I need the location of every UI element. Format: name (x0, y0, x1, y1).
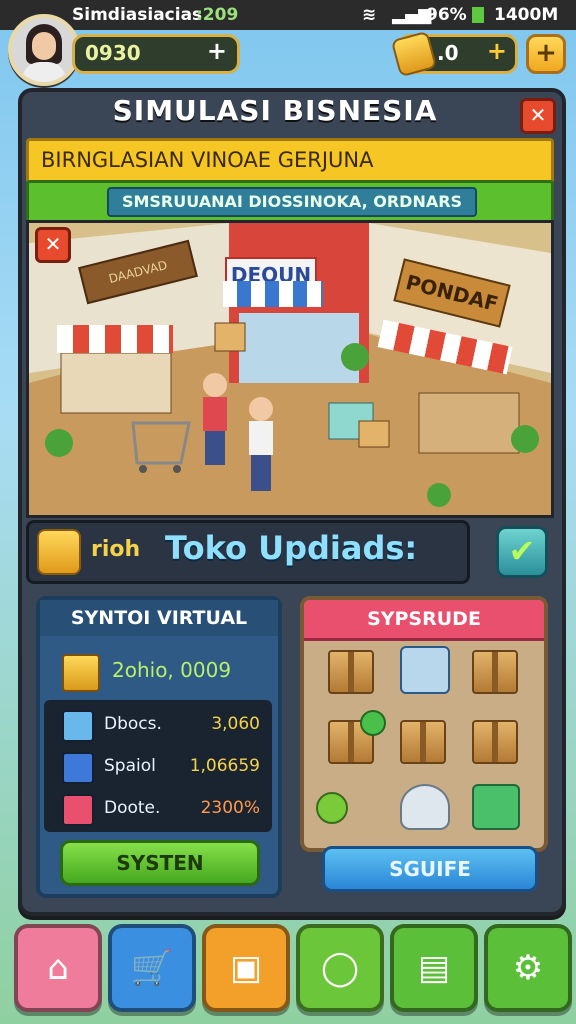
confirm-check-button[interactable]: ✔ (496, 526, 548, 578)
currency-left-value: 0930 (85, 41, 141, 65)
awning-left (57, 325, 173, 353)
inventory-cash-icon[interactable] (472, 784, 520, 830)
nav-home-button[interactable]: ⌂ (14, 924, 102, 1012)
stock-row-label: Spaiol (104, 756, 156, 776)
gold-stack-icon (62, 654, 100, 692)
add-currency-left-button[interactable]: + (207, 37, 227, 65)
system-button[interactable]: SYSTEN (60, 840, 260, 886)
nav-chat-button[interactable]: ◯ (296, 924, 384, 1012)
stock-row-value: 1,06659 (189, 756, 260, 776)
clerk-shirt-shape (249, 421, 273, 455)
left-counter-shape (60, 352, 172, 414)
inventory-box-icon[interactable] (328, 650, 374, 694)
status-app-value: :209 (196, 5, 239, 25)
currency-left-pill: 0930 + (72, 34, 240, 74)
stock-row-label: Dbocs. (104, 714, 162, 734)
nav-settings-button[interactable]: ⚙ (484, 924, 572, 1012)
battery-icon (472, 7, 484, 23)
status-app-label: Simdiasiacias (72, 5, 203, 25)
chat-icon: ◯ (320, 948, 360, 988)
awning-center (223, 281, 323, 307)
shopper-head-shape (203, 373, 227, 397)
panel-title: SIMULASI BISNESIA (112, 94, 438, 127)
inventory-box-icon[interactable] (472, 720, 518, 764)
currency-right-value: .0 (437, 41, 459, 65)
virtual-stock-card: SYNTOI VIRTUAL 2ohio, 0009 Dbocs. 3,060 Sp… (36, 596, 282, 898)
wifi-icon: ≋ (362, 5, 377, 25)
cart-icon: 🛒 (130, 948, 174, 988)
inventory-box-icon[interactable] (472, 650, 518, 694)
pencil-icon (37, 529, 81, 575)
stock-row: Spaiol 1,06659 (58, 748, 268, 786)
stock-row-value: 2300% (200, 798, 260, 818)
settings-icon: ⚙ (512, 948, 544, 988)
update-title: Toko Updiads: (165, 529, 418, 567)
shop-scene: DEOUN DAADVAD PONDAF ✕ (26, 220, 554, 518)
cube-icon (62, 710, 94, 742)
cube-icon (62, 752, 94, 784)
stock-row-label: Doote. (104, 798, 161, 818)
avatar-shirt-shape (22, 62, 66, 82)
add-button[interactable]: + (526, 34, 566, 74)
plant-left-shape (45, 429, 73, 457)
scene-crate-shape (358, 420, 390, 448)
green-banner-text: SMSRUUANAI DIOSSINOKA, ORDNARS (107, 187, 477, 217)
inventory-title: SYPSRUDE (304, 600, 544, 641)
shopper-pants-shape (205, 431, 225, 465)
currency-right-pill: .0 + (390, 30, 518, 78)
scene-crate-2-shape (214, 322, 246, 352)
plant-front-shape (427, 483, 451, 507)
yellow-banner: BIRNGLASIAN VINOAE GERJUNA (26, 138, 554, 184)
cube-icon (62, 794, 94, 826)
inventory-bowl-icon[interactable] (400, 784, 450, 830)
cart-wheel-right-shape (173, 465, 181, 473)
inventory-card: SYPSRUDE (300, 596, 548, 852)
scene-close-button[interactable]: ✕ (35, 227, 71, 263)
right-counter-shape (418, 392, 520, 454)
yellow-banner-text: BIRNGLASIAN VINOAE GERJUNA (41, 148, 374, 172)
plant-center-shape (341, 343, 369, 371)
nav-cart-button[interactable]: 🛒 (108, 924, 196, 1012)
plant-right-shape (511, 425, 539, 453)
stock-row: Doote. 2300% (58, 790, 268, 828)
inventory-location-icon (360, 710, 386, 736)
cart-wheel-left-shape (139, 465, 147, 473)
close-panel-button[interactable]: ✕ (520, 98, 556, 134)
inventory-basket-icon[interactable] (400, 646, 450, 694)
virtual-stock-total: 2ohio, 0009 (112, 658, 232, 682)
status-battery-percent: 96% (426, 5, 467, 25)
register-icon: ▤ (417, 948, 451, 988)
shopper-shirt-shape (203, 397, 227, 431)
player-avatar[interactable] (8, 14, 80, 86)
avatar-face-shape (32, 32, 56, 60)
inventory-box-icon[interactable] (400, 720, 446, 764)
clerk-head-shape (249, 397, 273, 421)
nav-register-button[interactable]: ▤ (390, 924, 478, 1012)
update-bar: rioh Toko Updiads: (26, 520, 470, 584)
update-label: rioh (91, 537, 141, 562)
home-icon: ⌂ (47, 948, 69, 988)
status-time: 1400M (494, 5, 559, 25)
stock-row-value: 3,060 (211, 714, 260, 734)
stock-row: Dbocs. 3,060 (58, 706, 268, 744)
ticket-icon (390, 30, 438, 78)
nav-box-button[interactable]: ▣ (202, 924, 290, 1012)
status-bar: Simdiasiacias :209 ≋ ▂▄▆ 96% 1400M (0, 0, 576, 30)
clerk-pants-shape (251, 455, 271, 491)
inventory-coin-icon[interactable] (316, 792, 348, 824)
center-window-shape (239, 313, 359, 383)
add-currency-right-button[interactable]: + (487, 37, 507, 65)
save-button[interactable]: SGUIFE (322, 846, 538, 892)
green-banner: SMSRUUANAI DIOSSINOKA, ORDNARS (26, 180, 554, 224)
box-icon: ▣ (229, 948, 263, 988)
virtual-stock-title: SYNTOI VIRTUAL (40, 600, 278, 636)
